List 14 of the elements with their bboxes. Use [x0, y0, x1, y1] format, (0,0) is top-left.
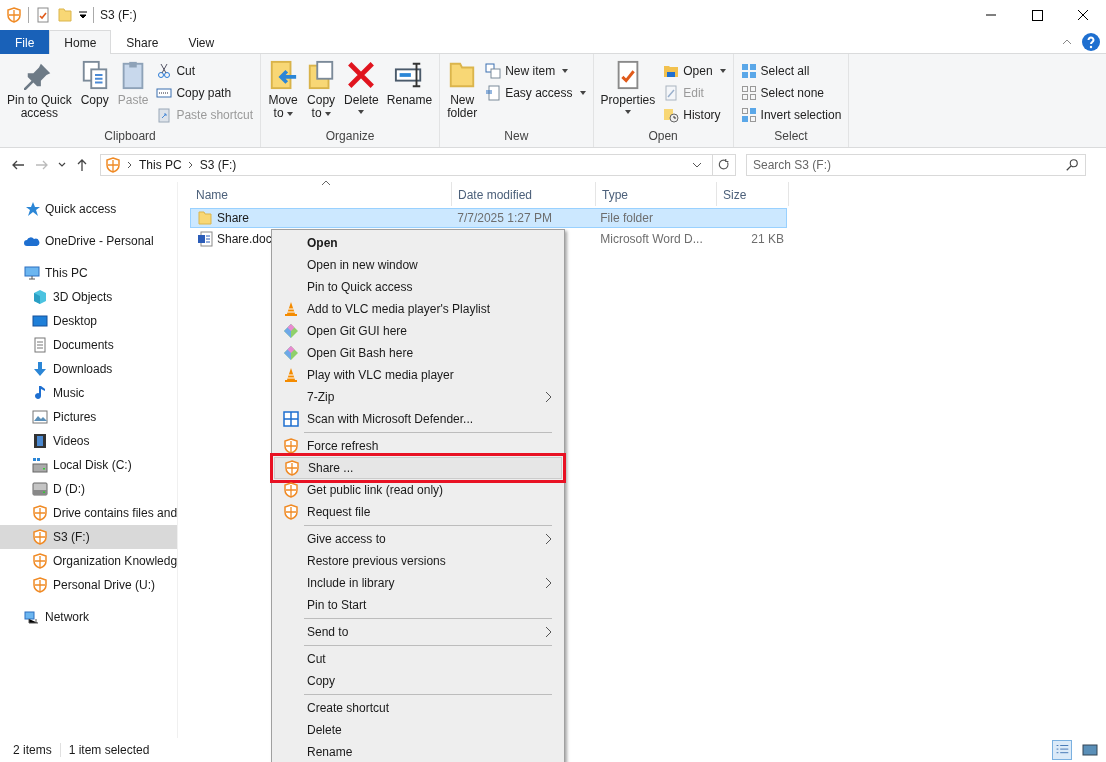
type-text: File folder — [600, 211, 653, 225]
item-count: 2 items — [13, 743, 52, 757]
type-text: Microsoft Word D... — [600, 232, 703, 246]
size-text: 21 KB — [751, 232, 784, 246]
group-label: Open — [647, 129, 679, 145]
window-title: S3 (F:) — [100, 8, 137, 22]
group-label: New — [503, 129, 530, 145]
selection-count: 1 item selected — [68, 743, 150, 757]
group-label: Clipboard — [103, 129, 157, 145]
file-name: Share — [217, 211, 250, 225]
group-label: Select — [773, 129, 809, 145]
group-label: Organize — [324, 129, 376, 145]
date-text: 7/7/2025 1:27 PM — [457, 211, 552, 225]
file-name: Share.doc — [217, 232, 272, 246]
